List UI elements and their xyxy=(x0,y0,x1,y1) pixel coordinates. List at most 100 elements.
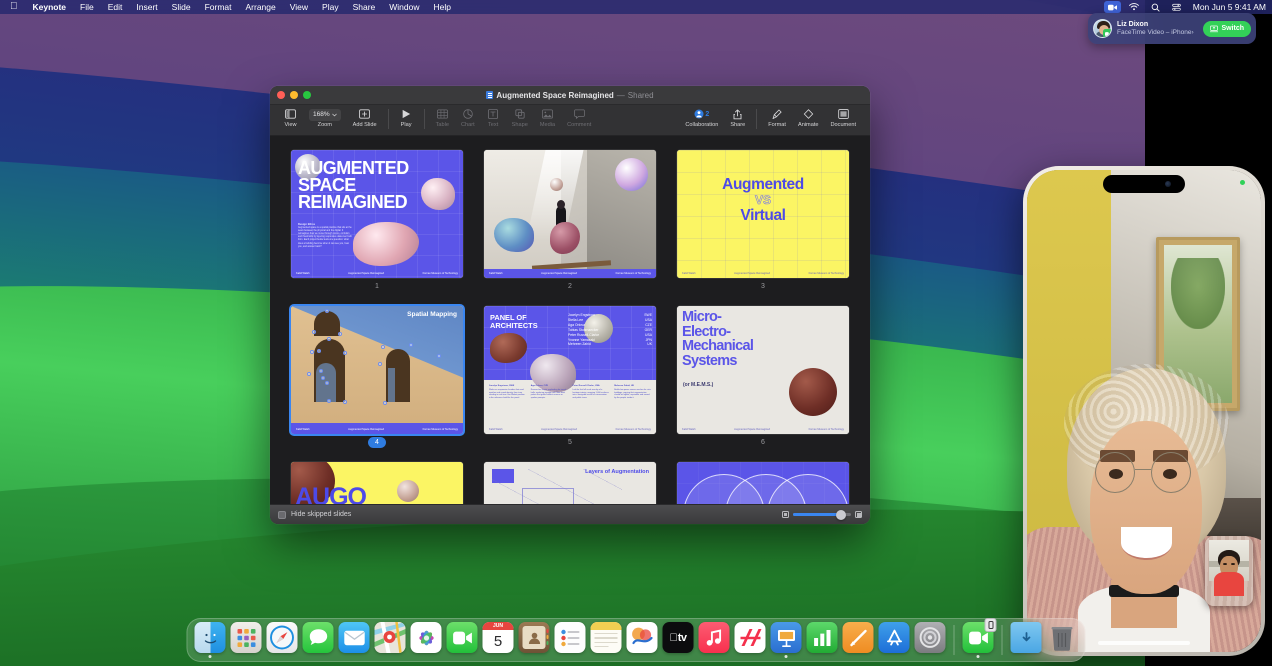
dock[interactable]: JUN 5 xyxy=(187,618,1086,662)
share-button[interactable]: Share xyxy=(724,107,751,129)
facetime-notification[interactable]: Liz Dixon FaceTime Video – iPhone› Switc… xyxy=(1088,13,1256,44)
hide-skipped-slides-checkbox[interactable] xyxy=(278,511,286,519)
reminders-icon[interactable] xyxy=(555,622,586,653)
animate-button[interactable]: Animate xyxy=(792,107,825,129)
chart-button[interactable]: Chart xyxy=(455,107,481,129)
view-button[interactable]: View xyxy=(278,107,303,129)
dock-item-freeform[interactable] xyxy=(627,622,658,658)
dock-item-numbers[interactable] xyxy=(807,622,838,658)
table-button[interactable]: Table xyxy=(430,107,455,129)
iphone-screen[interactable] xyxy=(1027,170,1261,652)
calendar-icon[interactable]: JUN 5 xyxy=(483,622,514,653)
menu-item-play[interactable]: Play xyxy=(315,0,346,14)
spotlight-search-icon[interactable] xyxy=(1145,0,1166,14)
dock-item-pages[interactable] xyxy=(843,622,874,658)
menu-item-share[interactable]: Share xyxy=(346,0,383,14)
slide-thumbnail[interactable]: AUGMENTED SPACE REIMAGINED Design EthosA… xyxy=(291,150,463,278)
slider-knob[interactable] xyxy=(836,510,846,520)
slide-thumbnail[interactable]: Layers of Augmentation xyxy=(484,462,656,504)
dock-item-facetime[interactable] xyxy=(447,622,478,658)
window-titlebar[interactable]: Augmented Space Reimagined — Shared xyxy=(270,86,870,105)
slide-thumbnail[interactable]: Kalid Walsh Augmented Space Reimagined F… xyxy=(484,150,656,278)
dock-item-mail[interactable] xyxy=(339,622,370,658)
iphone-mirroring-window[interactable] xyxy=(1023,166,1265,656)
self-view-thumbnail[interactable] xyxy=(1205,536,1253,606)
dock-item-facetime-recent[interactable] xyxy=(963,622,994,658)
slide-item-9[interactable]: PHYSICAL AUGMENTED VIRTUAL 9 xyxy=(677,462,849,504)
menu-item-format[interactable]: Format xyxy=(198,0,239,14)
dock-item-safari[interactable] xyxy=(267,622,298,658)
dock-item-music[interactable] xyxy=(699,622,730,658)
slide-item-5[interactable]: PANEL OF ARCHITECTS Jocelyn EngstromSWE … xyxy=(484,306,656,448)
dock-item-keynote[interactable] xyxy=(771,622,802,658)
switch-button[interactable]: Switch xyxy=(1203,21,1251,37)
collaboration-button[interactable]: 2 Collaboration xyxy=(679,107,724,129)
menu-item-slide[interactable]: Slide xyxy=(165,0,198,14)
slide-item-2[interactable]: Kalid Walsh Augmented Space Reimagined F… xyxy=(484,150,656,292)
dock-item-maps[interactable] xyxy=(375,622,406,658)
small-thumbnail-icon[interactable] xyxy=(782,511,789,518)
dock-item-app-store[interactable] xyxy=(879,622,910,658)
home-indicator[interactable] xyxy=(1098,641,1190,645)
text-button[interactable]: Text xyxy=(481,107,506,129)
wifi-icon[interactable] xyxy=(1123,0,1145,14)
trash-icon[interactable] xyxy=(1047,622,1078,653)
dock-item-launchpad[interactable] xyxy=(231,622,262,658)
facetime-icon[interactable] xyxy=(963,622,994,653)
news-icon[interactable] xyxy=(735,622,766,653)
thumbnail-size-slider[interactable] xyxy=(793,513,851,516)
shape-button[interactable]: Shape xyxy=(506,107,534,129)
apple-logo-icon[interactable]:  xyxy=(6,0,26,14)
menu-item-file[interactable]: File xyxy=(73,0,101,14)
safari-icon[interactable] xyxy=(267,622,298,653)
menu-item-app[interactable]: Keynote xyxy=(26,0,74,14)
play-button[interactable]: Play xyxy=(394,107,419,129)
menu-item-help[interactable]: Help xyxy=(427,0,458,14)
dock-item-system-settings[interactable] xyxy=(915,622,946,658)
freeform-icon[interactable] xyxy=(627,622,658,653)
facetime-icon[interactable] xyxy=(447,622,478,653)
dock-item-contacts[interactable] xyxy=(519,622,550,658)
slide-navigator[interactable]: AUGMENTED SPACE REIMAGINED Design EthosA… xyxy=(270,136,870,504)
screen-recording-icon[interactable] xyxy=(1104,1,1121,13)
slide-thumbnail[interactable]: PHYSICAL AUGMENTED VIRTUAL xyxy=(677,462,849,504)
dock-item-messages[interactable] xyxy=(303,622,334,658)
control-center-icon[interactable] xyxy=(1166,0,1187,14)
numbers-icon[interactable] xyxy=(807,622,838,653)
menu-item-view[interactable]: View xyxy=(283,0,315,14)
format-button[interactable]: Format xyxy=(762,107,792,129)
menu-item-edit[interactable]: Edit xyxy=(101,0,130,14)
media-button[interactable]: Media xyxy=(534,107,561,129)
document-button[interactable]: Document xyxy=(825,107,863,129)
messages-icon[interactable] xyxy=(303,622,334,653)
large-thumbnail-icon[interactable] xyxy=(855,511,862,518)
notes-icon[interactable] xyxy=(591,622,622,653)
dock-item-calendar[interactable]: JUN 5 xyxy=(483,622,514,658)
contacts-icon[interactable] xyxy=(519,622,550,653)
slide-item-3[interactable]: Augmented VS Virtual Kalid Walsh Augment… xyxy=(677,150,849,292)
dock-item-news[interactable] xyxy=(735,622,766,658)
zoom-control[interactable]: 168% Zoom xyxy=(303,107,347,129)
dock-item-tv[interactable]: tv xyxy=(663,622,694,658)
photos-icon[interactable] xyxy=(411,622,442,653)
downloads-folder-icon[interactable] xyxy=(1011,622,1042,653)
dock-item-photos[interactable] xyxy=(411,622,442,658)
slide-thumbnail[interactable]: AUGO xyxy=(291,462,463,504)
launchpad-icon[interactable] xyxy=(231,622,262,653)
comment-button[interactable]: Comment xyxy=(561,107,597,129)
maps-icon[interactable] xyxy=(375,622,406,653)
thumbnail-size-control[interactable] xyxy=(782,511,862,518)
mail-icon[interactable] xyxy=(339,622,370,653)
dock-item-trash[interactable] xyxy=(1047,622,1078,658)
keynote-window[interactable]: Augmented Space Reimagined — Shared View… xyxy=(270,86,870,524)
pages-icon[interactable] xyxy=(843,622,874,653)
dock-item-reminders[interactable] xyxy=(555,622,586,658)
system-settings-icon[interactable] xyxy=(915,622,946,653)
slide-item-4[interactable]: Spatial Mapping xyxy=(291,306,463,448)
keynote-icon[interactable] xyxy=(771,622,802,653)
slide-thumbnail[interactable]: Augmented VS Virtual Kalid Walsh Augment… xyxy=(677,150,849,278)
slide-thumbnail[interactable]: PANEL OF ARCHITECTS Jocelyn EngstromSWE … xyxy=(484,306,656,434)
dock-item-finder[interactable] xyxy=(195,622,226,658)
slide-item-8[interactable]: Layers of Augmentation 8 xyxy=(484,462,656,504)
keynote-toolbar[interactable]: View 168% Zoom Add Slide Play xyxy=(270,105,870,136)
